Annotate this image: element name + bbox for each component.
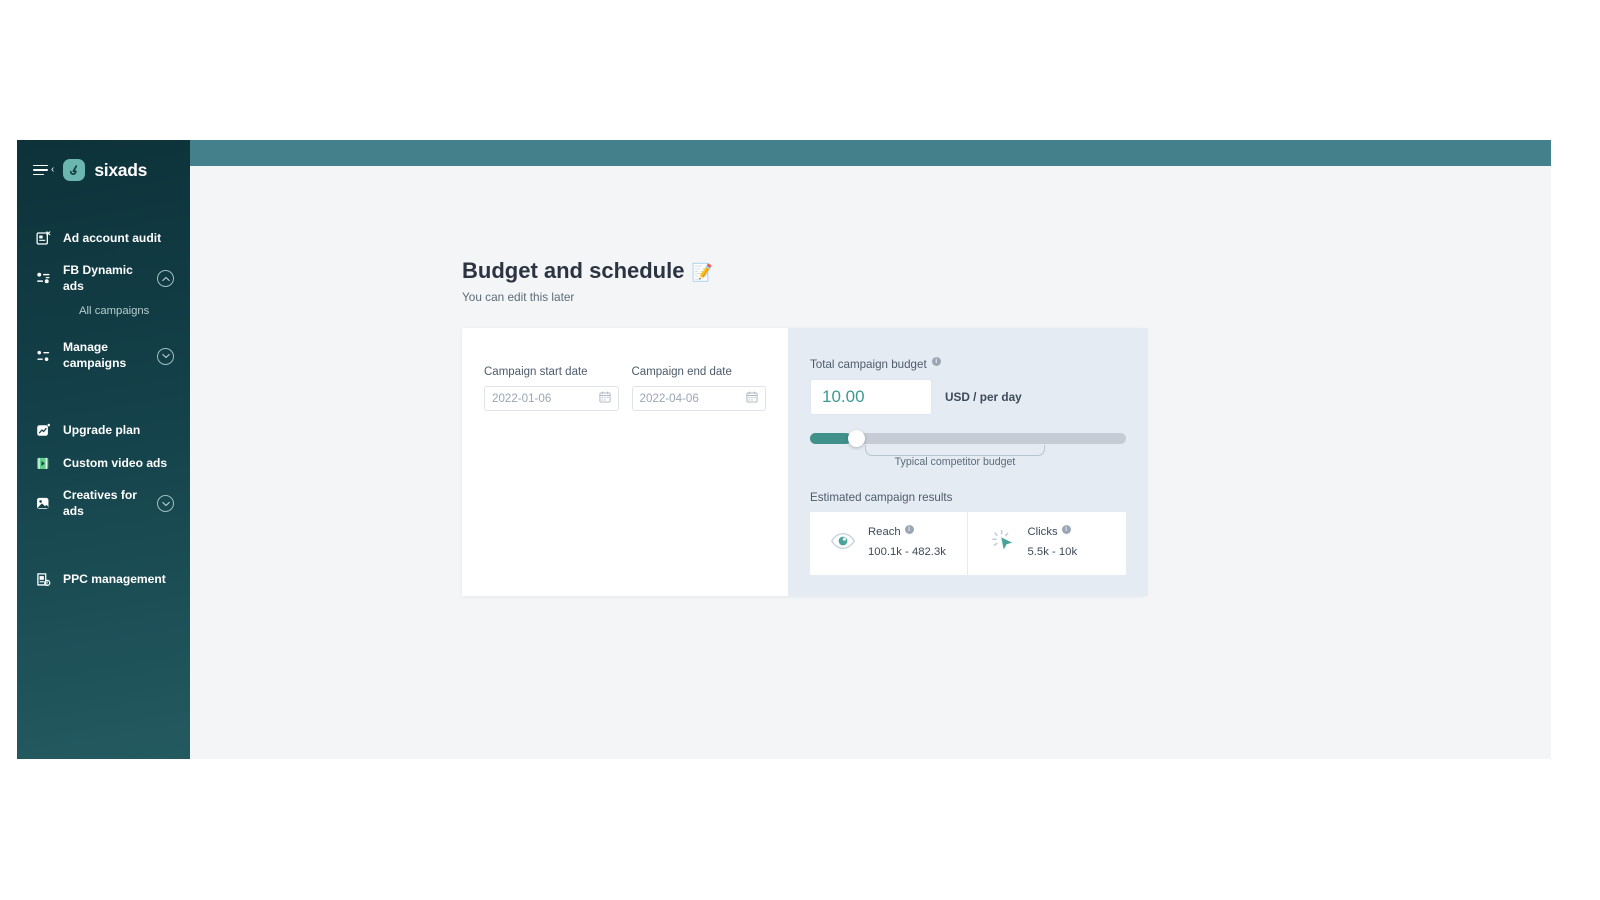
sidebar-item-label: Ad account audit bbox=[63, 230, 162, 245]
campaign-start-date-label: Campaign start date bbox=[484, 366, 588, 378]
result-name-text: Reach bbox=[868, 526, 901, 539]
info-icon[interactable]: i bbox=[931, 357, 941, 366]
result-value-clicks: 5.5k - 10k bbox=[1027, 546, 1078, 559]
budget-slider[interactable] bbox=[810, 430, 1126, 447]
campaign-start-date-input[interactable] bbox=[492, 392, 595, 405]
campaign-end-date-label: Campaign end date bbox=[631, 366, 732, 378]
sidebar-item-ppc-management[interactable]: PPC management bbox=[17, 563, 190, 596]
campaign-end-date-input-wrap[interactable] bbox=[631, 386, 766, 411]
main-content: Budget and schedule 📝 You can edit this … bbox=[190, 140, 1551, 759]
sidebar-item-upgrade-plan[interactable]: Upgrade plan bbox=[17, 414, 190, 447]
estimated-results-title: Estimated campaign results bbox=[810, 491, 953, 504]
custom-video-ads-icon bbox=[35, 455, 52, 472]
top-bar bbox=[190, 140, 1551, 166]
fb-dynamic-ads-icon bbox=[35, 270, 52, 287]
chevron-left-icon: ‹ bbox=[51, 164, 55, 175]
manage-campaigns-icon bbox=[35, 348, 52, 365]
sidebar-item-label: Manage campaigns bbox=[63, 340, 126, 371]
budget-schedule-panel: Campaign start date 2022-01-06 Campaign … bbox=[462, 328, 1148, 596]
page-title-text: Budget and schedule bbox=[462, 258, 685, 283]
sidebar-item-label: Upgrade plan bbox=[63, 422, 141, 437]
calendar-icon[interactable] bbox=[598, 390, 611, 408]
budget-input-wrap[interactable] bbox=[810, 379, 932, 415]
campaign-start-date-input-wrap[interactable] bbox=[484, 386, 619, 411]
budget-input-row: USD / per day bbox=[810, 379, 1126, 415]
sidebar-item-custom-video-ads[interactable]: Custom video ads bbox=[17, 447, 190, 480]
chevron-down-icon[interactable] bbox=[157, 495, 174, 513]
sidebar-item-creatives-for-ads[interactable]: Creatives for ads bbox=[17, 480, 190, 527]
calendar-icon[interactable] bbox=[746, 390, 758, 408]
manage-line-2: campaigns bbox=[63, 356, 127, 371]
schedule-card: Campaign start date 2022-01-06 Campaign … bbox=[462, 328, 788, 596]
sidebar-item-all-campaigns[interactable]: All campaigns bbox=[17, 302, 190, 320]
brand-header: ‹ sixads bbox=[17, 140, 190, 200]
total-budget-input[interactable] bbox=[822, 387, 920, 407]
sidebar-item-manage-campaigns[interactable]: Manage campaigns bbox=[17, 332, 190, 379]
date-fields-row: Campaign start date 2022-01-06 Campaign … bbox=[484, 366, 766, 411]
sidebar-subitem-label: All campaigns bbox=[79, 305, 150, 318]
typical-competitor-budget-label: Typical competitor budget bbox=[894, 456, 1016, 468]
ppc-management-icon bbox=[35, 571, 52, 588]
sidebar-item-fb-dynamic-ads[interactable]: FB Dynamic ads bbox=[17, 255, 190, 302]
sidebar-item-label: PPC management bbox=[63, 571, 166, 586]
result-text-reach: Reach i 100.1k - 482.3k bbox=[868, 525, 946, 562]
budget-unit-label: USD / per day bbox=[945, 390, 1022, 404]
ad-audit-icon bbox=[35, 230, 52, 247]
hamburger-collapse-icon[interactable]: ‹ bbox=[33, 165, 54, 176]
upgrade-plan-icon bbox=[35, 422, 52, 439]
estimated-results-row: Reach i 100.1k - 482.3k Clicks i 5.5k - … bbox=[810, 512, 1126, 575]
campaign-start-date-field: Campaign start date bbox=[484, 366, 619, 411]
info-icon[interactable]: i bbox=[1061, 525, 1071, 535]
eye-icon bbox=[830, 532, 856, 555]
budget-slider-area: Typical competitor budget bbox=[810, 430, 1126, 468]
result-card-clicks: Clicks i 5.5k - 10k bbox=[966, 512, 1127, 575]
budget-label-row: Total campaign budget i bbox=[810, 357, 1126, 371]
brand-name: sixads bbox=[94, 159, 148, 180]
campaign-end-date-field: Campaign end date bbox=[631, 366, 766, 411]
hamburger-lines bbox=[33, 164, 48, 176]
sidebar-nav: Ad account audit FB Dynamic ads All camp… bbox=[17, 222, 190, 596]
chevron-up-icon[interactable] bbox=[157, 270, 174, 288]
result-label-clicks: Clicks i bbox=[1028, 525, 1078, 540]
page-header: Budget and schedule 📝 You can edit this … bbox=[462, 258, 1551, 304]
sidebar-item-ad-account-audit[interactable]: Ad account audit bbox=[17, 222, 190, 255]
budget-slider-fill bbox=[810, 433, 852, 444]
result-label-reach: Reach i bbox=[868, 525, 946, 540]
sidebar-item-label: Custom video ads bbox=[63, 455, 168, 470]
creatives-for-ads-icon bbox=[35, 495, 52, 512]
sidebar-item-label: Creatives for ads bbox=[63, 487, 137, 518]
result-value-reach: 100.1k - 482.3k bbox=[868, 546, 946, 559]
sixads-logo-mark[interactable] bbox=[63, 159, 86, 181]
app-window: ‹ sixads Ad account audit FB Dynamic ads… bbox=[17, 140, 1551, 759]
memo-icon: 📝 bbox=[691, 263, 713, 282]
total-campaign-budget-label: Total campaign budget bbox=[810, 358, 927, 371]
info-icon[interactable]: i bbox=[904, 525, 914, 535]
sidebar: ‹ sixads Ad account audit FB Dynamic ads… bbox=[17, 140, 190, 759]
competitor-range-bracket bbox=[865, 445, 1045, 456]
click-cursor-icon bbox=[990, 529, 1016, 558]
budget-card: Total campaign budget i USD / per day bbox=[788, 328, 1148, 596]
result-card-reach: Reach i 100.1k - 482.3k bbox=[810, 512, 967, 575]
page-subtitle: You can edit this later bbox=[462, 290, 575, 304]
sidebar-item-label: FB Dynamic ads bbox=[63, 263, 133, 293]
campaign-end-date-input[interactable] bbox=[639, 392, 742, 405]
chevron-down-icon[interactable] bbox=[157, 347, 174, 365]
result-name-text: Clicks bbox=[1027, 526, 1058, 539]
page-title: Budget and schedule 📝 bbox=[462, 258, 1551, 284]
budget-slider-thumb[interactable] bbox=[847, 430, 865, 447]
logo-glyph bbox=[69, 164, 78, 175]
result-text-clicks: Clicks i 5.5k - 10k bbox=[1027, 525, 1078, 562]
manage-line-1: Manage bbox=[63, 340, 109, 355]
